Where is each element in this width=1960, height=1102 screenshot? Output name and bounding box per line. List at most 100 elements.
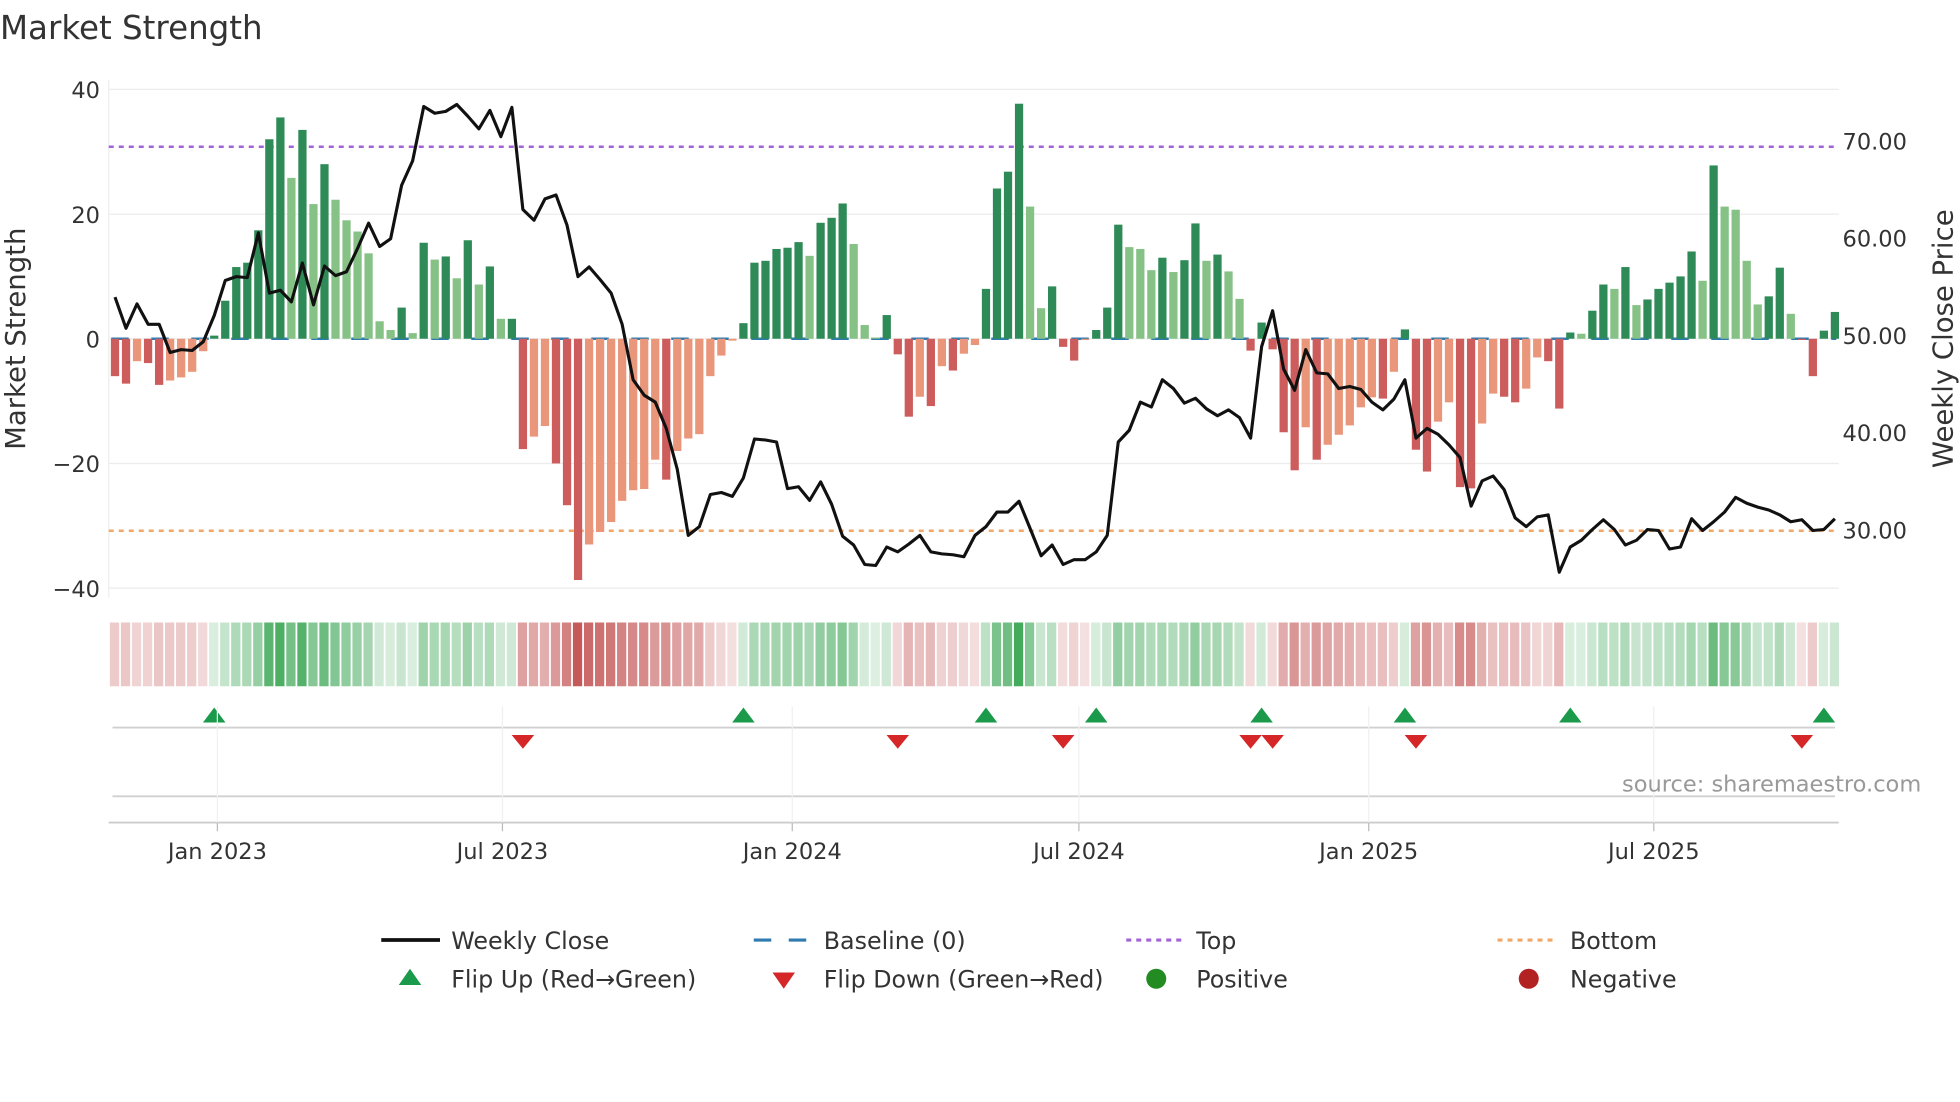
- heat-strip-cell: [1752, 622, 1762, 687]
- flip-down-marker: [1404, 735, 1428, 749]
- heat-strip-cell: [1124, 622, 1134, 687]
- bar-positive: [1577, 333, 1586, 339]
- triangle-down-icon: [772, 972, 795, 989]
- bar-positive: [210, 335, 219, 339]
- bar-negative: [607, 338, 616, 523]
- heat-strip-cell: [1543, 622, 1553, 687]
- heat-strip-cell: [594, 622, 605, 687]
- heat-strip-cell: [1377, 622, 1387, 687]
- legend-item-bottom[interactable]: Bottom: [1497, 927, 1658, 955]
- legend-item-negative[interactable]: Negative: [1518, 966, 1677, 994]
- heat-strip-cell: [826, 622, 836, 687]
- heat-strip-cell: [1333, 622, 1343, 687]
- bar-positive: [287, 177, 296, 339]
- bar-positive: [1003, 171, 1013, 339]
- bar-negative: [893, 338, 902, 355]
- bar-positive: [772, 248, 781, 339]
- flip-down-marker: [1261, 735, 1284, 749]
- heat-strip-cell: [1024, 622, 1035, 687]
- bar-positive: [1125, 247, 1134, 339]
- legend-item-weekly-close[interactable]: Weekly Close: [381, 927, 609, 955]
- circle-icon: [1146, 968, 1167, 989]
- bar-positive: [1202, 260, 1211, 339]
- heat-strip-cell: [672, 622, 682, 687]
- y2-tick-label: 40.00: [1843, 421, 1907, 447]
- bar-positive: [463, 240, 472, 339]
- heat-strip-cell: [1785, 622, 1795, 687]
- heat-strip-cell: [771, 622, 781, 687]
- x-tick-label: Jan 2025: [1317, 839, 1418, 865]
- bar-negative: [562, 338, 572, 506]
- bar-positive: [1643, 299, 1652, 339]
- bar-negative: [1797, 338, 1806, 340]
- bar-negative: [959, 338, 969, 354]
- bar-positive: [485, 266, 494, 339]
- heat-strip-cell: [1113, 622, 1123, 687]
- bar-negative: [970, 338, 980, 345]
- heat-strip-cell: [1829, 622, 1840, 687]
- bar-positive: [1158, 257, 1167, 339]
- bar-positive: [419, 242, 428, 339]
- bar-positive: [1709, 165, 1718, 339]
- heat-strip-cell: [1774, 622, 1784, 687]
- bar-negative: [1323, 338, 1332, 445]
- circle-icon: [1518, 968, 1539, 989]
- heat-strip-cell: [341, 622, 351, 687]
- legend-label: Baseline (0): [824, 927, 966, 955]
- heat-strip-cell: [1642, 622, 1652, 687]
- bar-positive: [1147, 270, 1156, 339]
- heat-strip-cell: [1730, 622, 1740, 687]
- bar-positive: [1588, 310, 1597, 339]
- heat-strip-cell: [1146, 622, 1156, 687]
- x-tick-label: Jul 2023: [455, 839, 549, 865]
- heat-strip-cell: [969, 622, 980, 687]
- bar-positive: [1731, 209, 1740, 339]
- heat-strip-cell: [881, 622, 891, 687]
- heat-strip-cell: [1410, 622, 1421, 687]
- bar-negative: [584, 338, 594, 545]
- heat-strip-cell: [165, 622, 175, 687]
- heat-strip-cell: [407, 622, 417, 687]
- legend-item-baseline[interactable]: Baseline (0): [753, 927, 966, 955]
- left-axis: 40 20 0 −20 −40: [53, 78, 100, 603]
- chart-title: Market Strength: [0, 9, 263, 47]
- legend-item-flip-up[interactable]: Flip Up (Red→Green): [398, 966, 696, 994]
- bar-positive: [1036, 308, 1046, 339]
- bar-negative: [121, 338, 131, 384]
- legend-label: Top: [1195, 927, 1236, 955]
- legend-item-flip-down[interactable]: Flip Down (Green→Red): [772, 966, 1104, 994]
- heat-strip-cell: [705, 622, 715, 687]
- heat-strip-cell: [1664, 622, 1674, 687]
- bar-negative: [640, 338, 649, 489]
- bar-positive: [882, 315, 891, 339]
- bar-positive: [739, 323, 748, 339]
- heat-strip-cell: [815, 622, 825, 687]
- heat-strip-cell: [1443, 622, 1454, 687]
- flip-up-marker: [1559, 707, 1582, 723]
- legend-item-top[interactable]: Top: [1126, 927, 1236, 955]
- bar-negative: [1246, 338, 1255, 351]
- bar-negative: [1444, 338, 1454, 403]
- x-tick-label: Jan 2023: [166, 839, 267, 865]
- heat-strip-cell: [991, 622, 1002, 687]
- bar-positive: [1400, 329, 1410, 339]
- heat-strip-cell: [1432, 622, 1443, 687]
- heat-strip-cell: [253, 622, 263, 687]
- bar-positive: [783, 247, 792, 339]
- bar-positive: [1136, 248, 1145, 339]
- bar-positive: [1819, 330, 1828, 339]
- heat-strip-cell: [782, 622, 792, 687]
- heat-strip-cell: [1289, 622, 1299, 687]
- bar-positive: [1687, 251, 1696, 339]
- heat-strip-cell: [1355, 622, 1365, 687]
- heat-strip-cell: [1366, 622, 1376, 687]
- heat-strip-cell: [617, 622, 627, 687]
- heat-strip-cell: [209, 622, 219, 687]
- bar-positive: [1103, 307, 1112, 339]
- heat-strip-cell: [1488, 622, 1498, 687]
- heat-strip-cell: [1080, 622, 1090, 687]
- heat-strip-cell: [1807, 622, 1817, 687]
- bar-positive: [331, 199, 340, 339]
- legend-item-positive[interactable]: Positive: [1146, 966, 1288, 994]
- bar-positive: [1610, 288, 1619, 339]
